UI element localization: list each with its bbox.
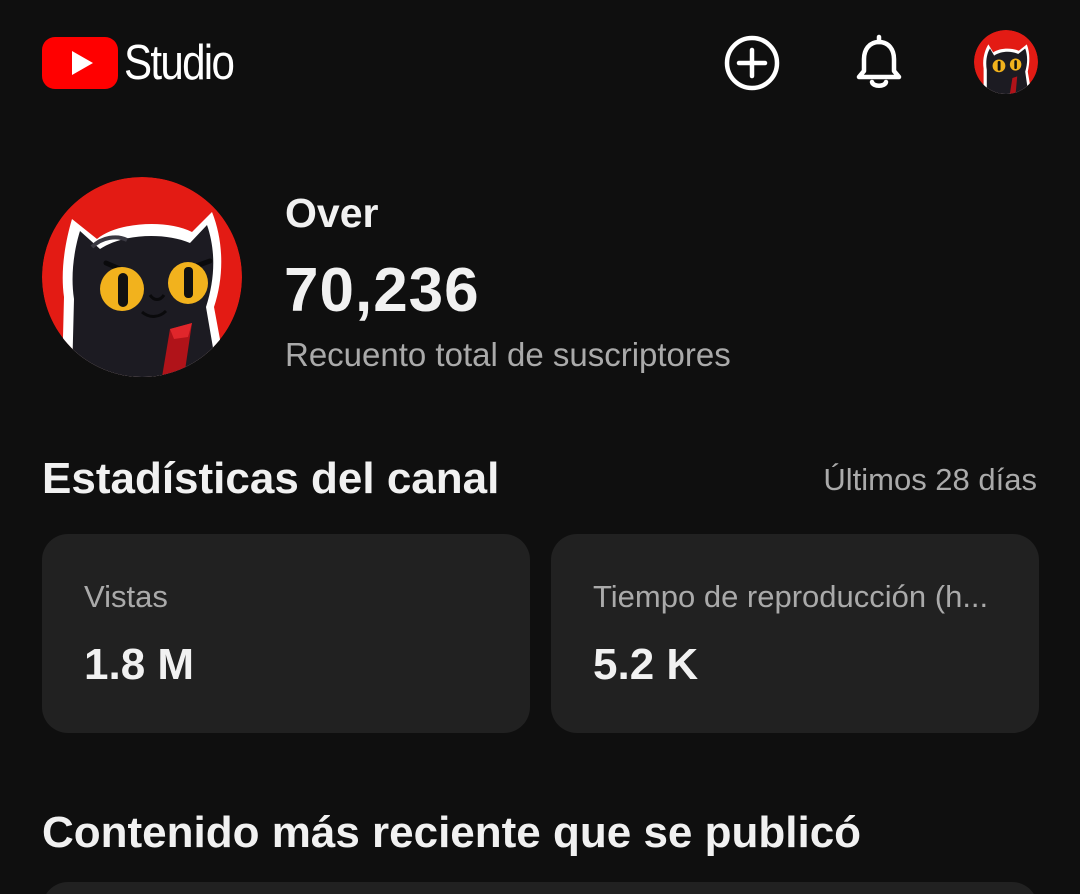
create-plus-icon [724, 35, 780, 91]
recent-content-title: Contenido más reciente que se publicó [42, 808, 862, 857]
recent-content-card[interactable] [42, 882, 1038, 894]
channel-name: Over [285, 190, 379, 236]
studio-logo[interactable]: Studio [42, 36, 251, 90]
youtube-logo-icon [42, 37, 118, 89]
cat-avatar-icon [42, 177, 242, 377]
studio-logo-text: Studio [124, 36, 235, 90]
create-button[interactable] [722, 33, 782, 93]
bell-icon [856, 34, 902, 88]
watch-time-card[interactable]: Tiempo de reproducción (h... 5.2 K [551, 534, 1039, 733]
watch-time-label: Tiempo de reproducción (h... [593, 579, 989, 614]
notifications-button[interactable] [849, 33, 909, 93]
views-value: 1.8 M [84, 640, 195, 689]
subscriber-label: Recuento total de suscriptores [285, 336, 731, 373]
subscriber-count: 70,236 [284, 256, 480, 325]
watch-time-value: 5.2 K [593, 640, 699, 689]
views-card[interactable]: Vistas 1.8 M [42, 534, 530, 733]
account-avatar[interactable] [974, 30, 1038, 94]
cat-avatar-icon [974, 30, 1038, 94]
views-label: Vistas [84, 579, 168, 614]
top-app-bar: Studio [0, 0, 1080, 125]
youtube-studio-dashboard: Studio Over 70,236 Recuento total de sus… [0, 0, 1080, 894]
channel-avatar[interactable] [42, 177, 242, 377]
channel-stats-title: Estadísticas del canal [42, 454, 500, 503]
stats-period: Últimos 28 días [823, 462, 1037, 497]
